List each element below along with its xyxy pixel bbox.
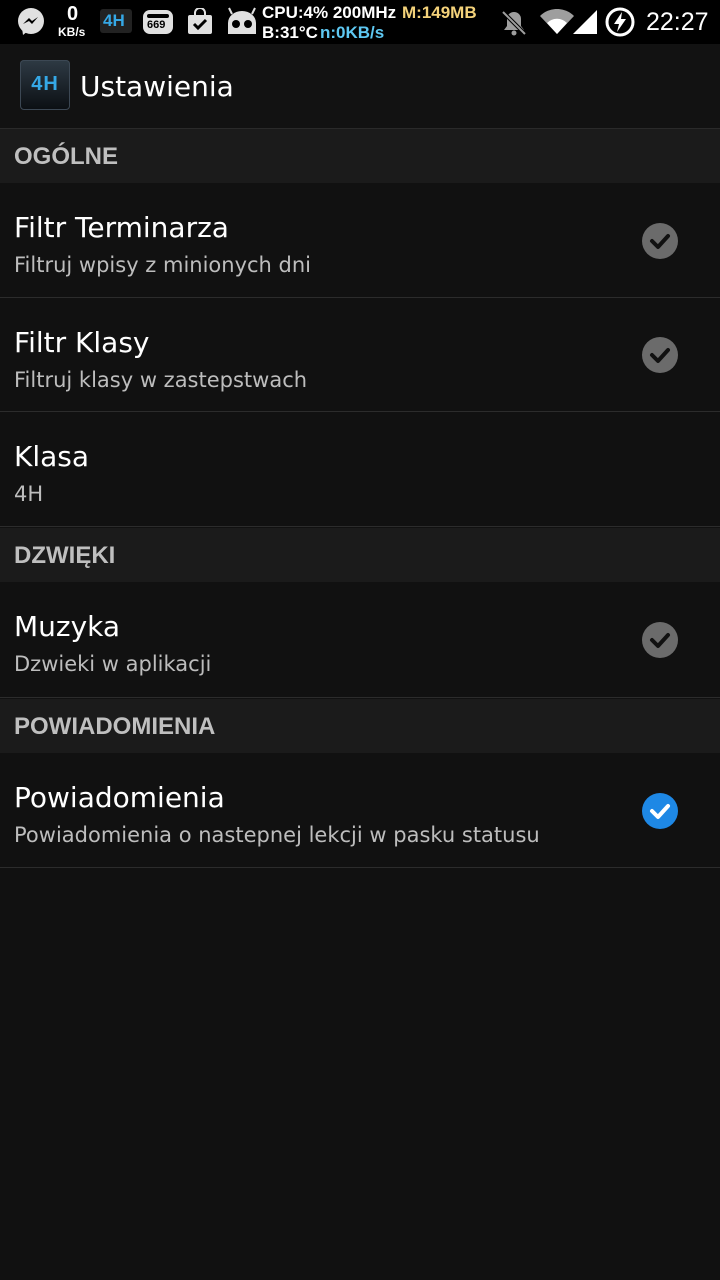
section-header-label: DZWIĘKI	[14, 542, 116, 569]
section-header-label: OGÓLNE	[14, 143, 119, 170]
app-logo[interactable]: 4H	[20, 60, 70, 110]
clock: 22:27	[646, 8, 709, 36]
page-title: Ustawienia	[80, 70, 234, 103]
pref-summary: Filtruj klasy w zastepstwach	[14, 368, 308, 392]
pref-summary: Powiadomienia o nastepnej lekcji w pasku…	[14, 823, 540, 847]
checkbox-checked-icon[interactable]	[642, 622, 678, 658]
pref-item-music[interactable]: Muzyka Dzwieki w aplikacji	[0, 582, 720, 698]
net-stat: n:0KB/s	[320, 23, 385, 42]
pref-item-notifications[interactable]: Powiadomienia Powiadomienia o nastepnej …	[0, 753, 720, 868]
section-header-general: OGÓLNE	[0, 129, 720, 183]
mem-stat: M:149MB	[402, 3, 477, 22]
pref-title: Klasa	[14, 440, 90, 473]
checkbox-checked-icon[interactable]	[642, 223, 678, 259]
app-notification-icon: 4H	[100, 9, 132, 33]
section-header-sounds: DZWIĘKI	[0, 528, 720, 582]
checkbox-checked-icon[interactable]	[642, 793, 678, 829]
pref-item-class[interactable]: Klasa 4H	[0, 412, 720, 527]
bell-off-icon	[500, 9, 528, 37]
android-icon	[225, 6, 259, 36]
wifi-icon	[539, 8, 575, 35]
status-bar: 0 KB/s 4H 669 CPU:4% 200MHz M:149MB B:31…	[0, 0, 720, 44]
pref-title: Powiadomienia	[14, 781, 225, 814]
signal-icon	[572, 8, 598, 35]
action-bar: 4H Ustawienia	[0, 44, 720, 129]
net-speed-unit: KB/s	[58, 25, 86, 39]
store-icon	[186, 7, 214, 36]
counter-badge: 669	[147, 19, 166, 31]
battery-temp-stat: B:31°C	[262, 23, 318, 42]
net-speed-value: 0	[67, 3, 79, 25]
app-badge-text: 4H	[103, 11, 125, 30]
checkbox-checked-icon[interactable]	[642, 337, 678, 373]
messenger-icon	[16, 7, 46, 37]
pref-summary: Filtruj wpisy z minionych dni	[14, 253, 312, 277]
pref-title: Muzyka	[14, 610, 121, 643]
pref-item-schedule-filter[interactable]: Filtr Terminarza Filtruj wpisy z miniony…	[0, 183, 720, 298]
section-header-notifications: POWIADOMIENIA	[0, 699, 720, 753]
section-header-label: POWIADOMIENIA	[14, 713, 216, 740]
cpu-stat: CPU:4% 200MHz	[262, 3, 397, 22]
app-logo-text: 4H	[31, 73, 59, 95]
pref-title: Filtr Klasy	[14, 326, 150, 359]
battery-charging-icon	[605, 7, 635, 37]
pref-title: Filtr Terminarza	[14, 211, 229, 244]
pref-item-class-filter[interactable]: Filtr Klasy Filtruj klasy w zastepstwach	[0, 298, 720, 412]
pref-summary: Dzwieki w aplikacji	[14, 652, 212, 676]
pref-summary: 4H	[14, 482, 44, 506]
